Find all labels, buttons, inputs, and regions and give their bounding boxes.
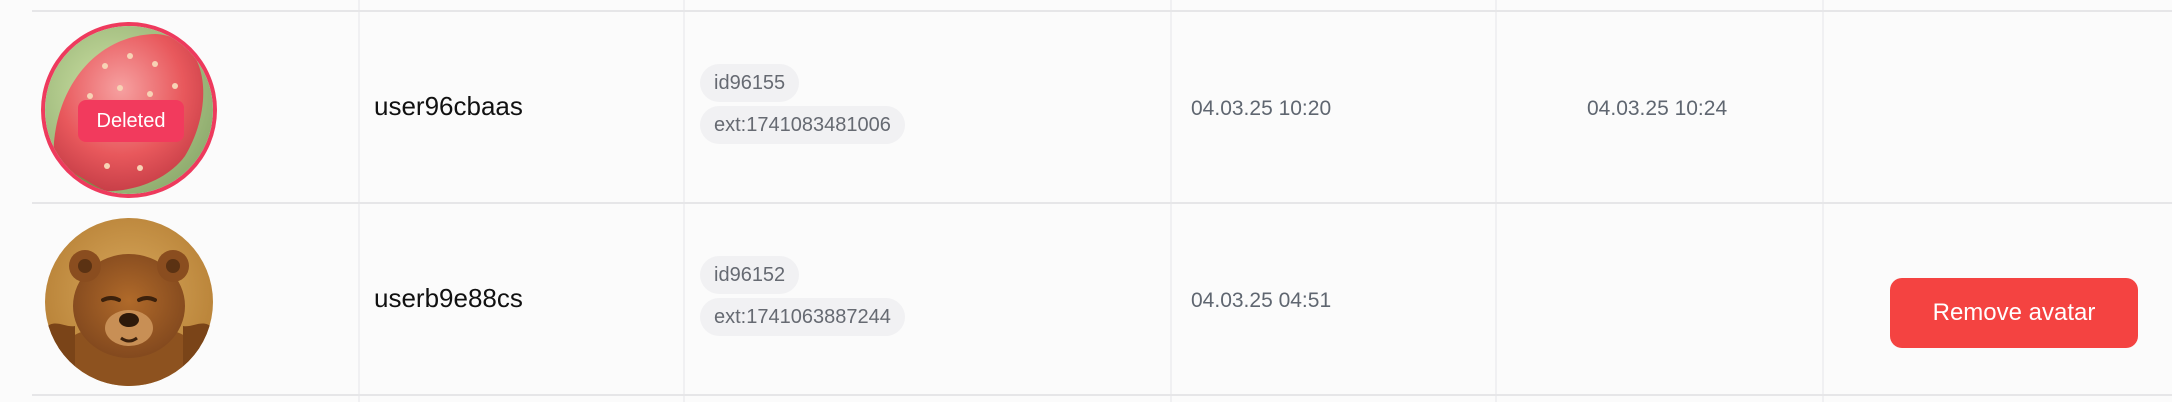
ext-tag: ext:1741083481006 bbox=[700, 106, 905, 144]
username: userb9e88cs bbox=[374, 283, 523, 313]
username: user96cbaas bbox=[374, 91, 523, 121]
table-row: userb9e88cs id96152 ext:1741063887244 04… bbox=[0, 206, 2172, 398]
deleted-date: 04.03.25 10:24 bbox=[1587, 97, 1728, 120]
row-divider bbox=[32, 10, 2172, 12]
id-tag: id96155 bbox=[700, 64, 800, 102]
deleted-badge: Deleted bbox=[78, 100, 184, 142]
ext-tag: ext:1741063887244 bbox=[700, 298, 905, 336]
id-tag: id96152 bbox=[700, 256, 800, 294]
created-date: 04.03.25 10:20 bbox=[1191, 97, 1332, 120]
remove-avatar-button[interactable]: Remove avatar bbox=[1890, 278, 2138, 348]
users-table: Deleted user96cbaas id96155 ext:17410834… bbox=[0, 0, 2172, 402]
avatar[interactable] bbox=[45, 218, 213, 386]
table-row: Deleted user96cbaas id96155 ext:17410834… bbox=[0, 14, 2172, 206]
created-date: 04.03.25 04:51 bbox=[1191, 289, 1332, 312]
bear-avatar-image bbox=[45, 218, 213, 386]
